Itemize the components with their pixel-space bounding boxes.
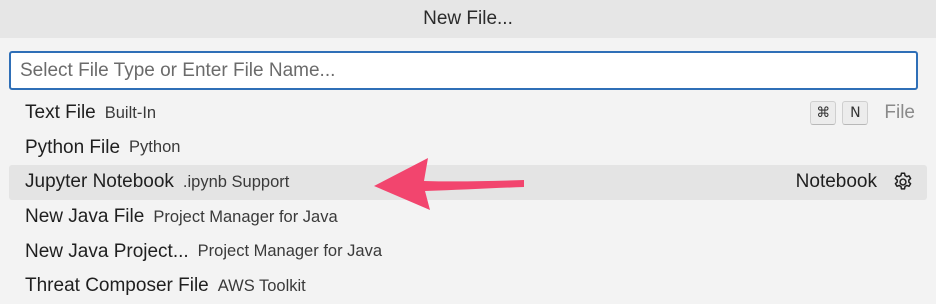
item-label: Jupyter Notebook xyxy=(25,171,174,193)
list-item-text-file[interactable]: Text File Built-In ⌘ N File xyxy=(9,96,927,131)
list-item-threat-composer-file[interactable]: Threat Composer File AWS Toolkit xyxy=(9,269,927,304)
item-description: .ipynb Support xyxy=(182,172,290,191)
gear-icon[interactable] xyxy=(891,170,915,194)
item-description: Python xyxy=(129,138,181,157)
quick-pick-title: New File... xyxy=(0,0,936,38)
item-kind: File xyxy=(884,102,915,124)
search-box xyxy=(9,51,918,90)
item-label: New Java Project... xyxy=(25,240,189,262)
list-item-new-java-project[interactable]: New Java Project... Project Manager for … xyxy=(9,234,927,269)
item-label: Python File xyxy=(25,136,121,158)
list-item-jupyter-notebook[interactable]: Jupyter Notebook .ipynb Support Notebook xyxy=(9,165,927,200)
item-keybinding: ⌘ N File xyxy=(810,101,915,126)
new-file-quick-pick: New File... Text File Built-In ⌘ N File … xyxy=(0,0,936,304)
item-actions: Notebook xyxy=(796,170,915,194)
item-description: Project Manager for Java xyxy=(197,242,383,261)
search-input[interactable] xyxy=(11,53,916,88)
item-description: AWS Toolkit xyxy=(217,276,306,295)
item-kind: Notebook xyxy=(795,171,877,193)
item-label: New Java File xyxy=(25,206,145,228)
item-label: Text File xyxy=(25,102,96,124)
keybinding-cmd-key: ⌘ xyxy=(810,101,837,126)
list-item-new-java-file[interactable]: New Java File Project Manager for Java xyxy=(9,200,927,235)
list-item-python-file[interactable]: Python File Python xyxy=(9,131,927,166)
file-type-list: Text File Built-In ⌘ N File Python File … xyxy=(9,96,927,304)
keybinding-n-key: N xyxy=(842,101,869,126)
item-description: Project Manager for Java xyxy=(153,207,338,226)
item-description: Built-In xyxy=(104,103,157,122)
item-label: Threat Composer File xyxy=(25,275,209,297)
